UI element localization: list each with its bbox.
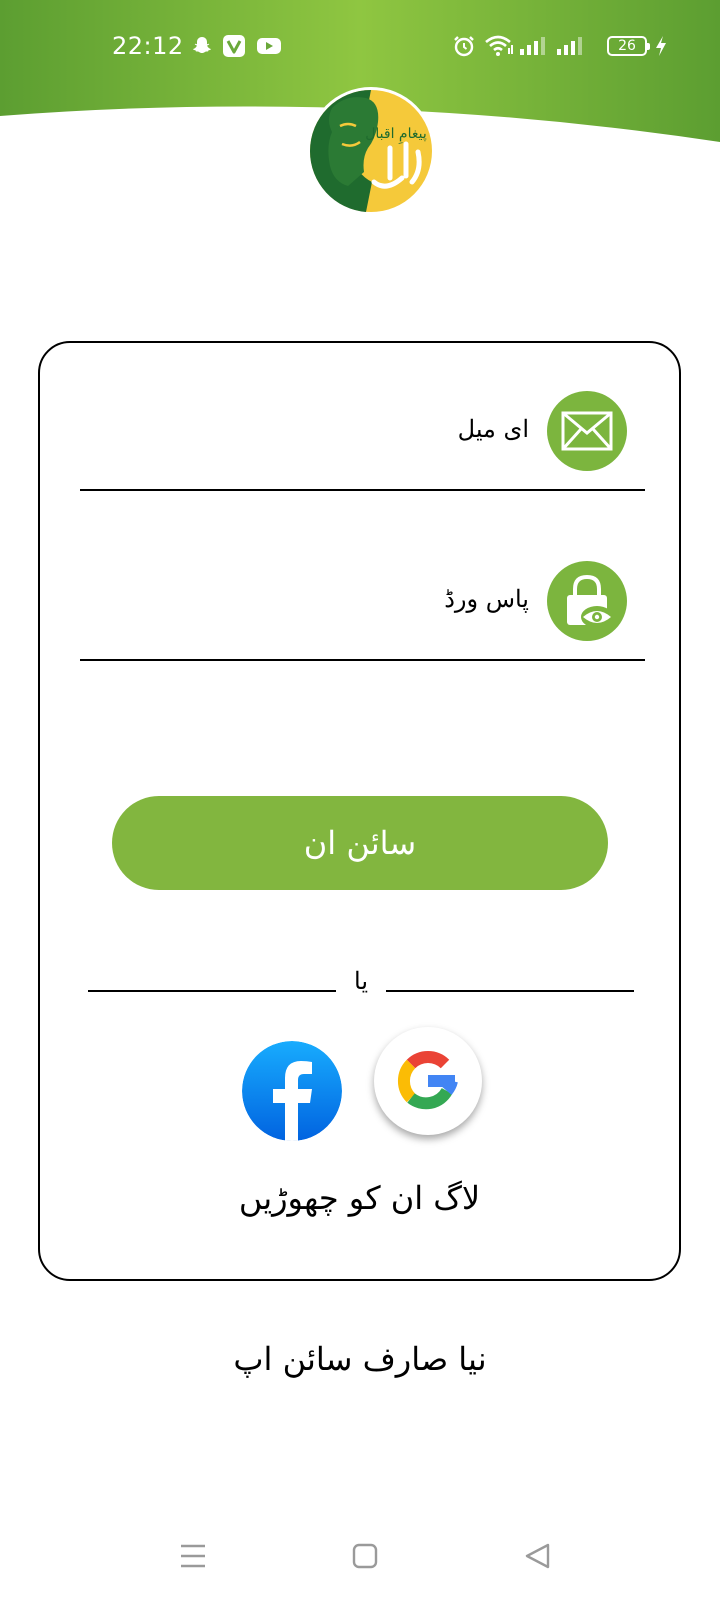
back-icon[interactable]	[518, 1536, 558, 1576]
logo-text: پیغامِ اقبال	[365, 126, 427, 144]
google-button[interactable]	[374, 1027, 482, 1135]
charging-icon	[656, 36, 666, 56]
iqbal-portrait-logo: پیغامِ اقبال	[307, 87, 435, 215]
wifi-icon	[485, 35, 513, 56]
google-icon	[397, 1050, 458, 1110]
recents-icon[interactable]	[173, 1536, 213, 1576]
youtube-icon	[257, 38, 281, 54]
login-card: ای میل پاس ورڈ سائن ان یا لاگ ان کو چھوڑ…	[38, 341, 681, 1281]
signin-button[interactable]: سائن ان	[112, 796, 608, 890]
lock-eye-icon[interactable]	[547, 561, 627, 641]
status-time: 22:12	[112, 32, 184, 60]
v-app-icon	[223, 35, 245, 57]
email-field: ای میل	[80, 391, 645, 491]
email-input[interactable]	[80, 401, 384, 463]
password-field: پاس ورڈ	[80, 561, 645, 661]
or-divider-text: یا	[354, 967, 368, 995]
signup-link[interactable]: نیا صارف سائن اپ	[0, 1340, 720, 1378]
signal-icon-2	[557, 37, 582, 55]
battery-icon: 26	[607, 36, 650, 56]
password-input[interactable]	[80, 571, 384, 633]
skip-login-link[interactable]: لاگ ان کو چھوڑیں	[40, 1179, 679, 1217]
home-icon[interactable]	[345, 1536, 385, 1576]
divider-line-left	[88, 990, 336, 992]
password-underline	[80, 659, 645, 661]
snapchat-icon	[193, 37, 211, 53]
email-underline	[80, 489, 645, 491]
mail-icon	[547, 391, 627, 471]
alarm-icon	[454, 36, 474, 57]
signal-icon	[520, 37, 545, 55]
status-bar: 22:12 26	[0, 22, 720, 74]
password-label: پاس ورڈ	[444, 585, 529, 613]
divider-line-right	[386, 990, 634, 992]
login-screen: 22:12 26 پیغامِ اقبال ای میل پاس ورڈ سائ…	[0, 0, 720, 1600]
email-label: ای میل	[457, 415, 529, 443]
facebook-icon[interactable]	[242, 1041, 342, 1141]
